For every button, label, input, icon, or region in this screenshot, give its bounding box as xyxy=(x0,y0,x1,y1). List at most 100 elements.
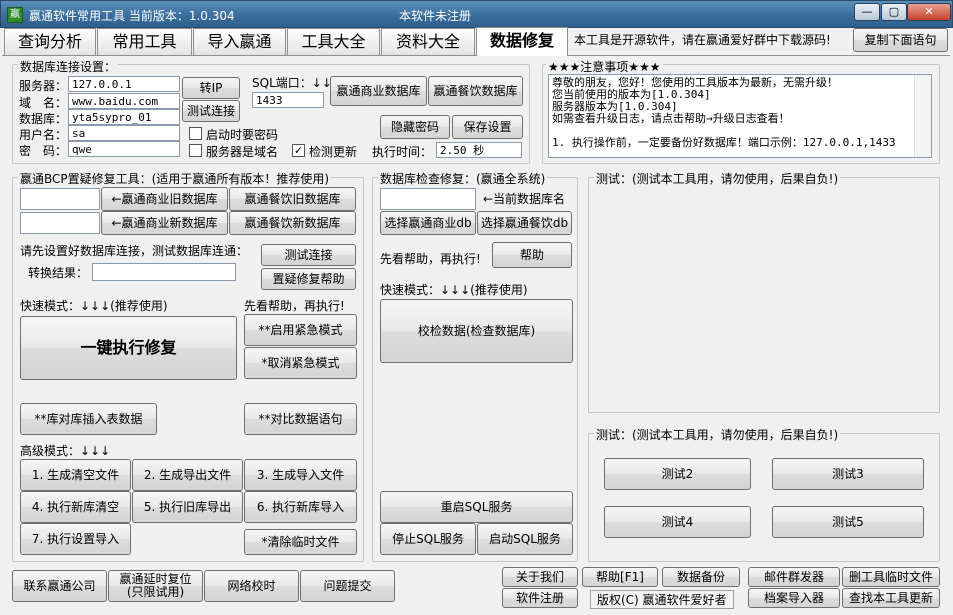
password-input[interactable]: qwe xyxy=(68,141,180,157)
password-label: 密 码： xyxy=(19,144,68,158)
software-register-button[interactable]: 软件注册 xyxy=(502,588,578,608)
compare-statements-button[interactable]: **对比数据语句 xyxy=(244,403,357,435)
step-6-button[interactable]: 6. 执行新库导入 xyxy=(244,491,357,523)
sql-port-label: SQL端口：↓↓ xyxy=(252,76,332,90)
exec-time-input: 2.50 秒 xyxy=(436,142,522,158)
step-4-button[interactable]: 4. 执行新库清空 xyxy=(20,491,131,523)
verify-data-button[interactable]: 校检数据(检查数据库) xyxy=(380,299,573,363)
submit-issue-button[interactable]: 问题提交 xyxy=(300,570,395,602)
stop-sql-button[interactable]: 停止SQL服务 xyxy=(380,523,476,555)
startup-password-checkbox[interactable] xyxy=(189,127,202,140)
bcp-quick-mode-label: 快速模式：↓↓↓(推荐使用) xyxy=(20,299,168,313)
advanced-mode-label: 高级模式：↓↓↓ xyxy=(20,444,111,458)
app-icon: 嬴 xyxy=(7,7,23,23)
commerce-old-db-button[interactable]: ←嬴通商业旧数据库 xyxy=(101,187,228,211)
notes-scrollbar[interactable] xyxy=(914,75,931,157)
bcp-test-connection-button[interactable]: 测试连接 xyxy=(261,244,356,266)
test-panel-2-title: 测试：(测试本工具用，请勿使用，后果自负!) xyxy=(594,426,841,443)
tab-documents[interactable]: 资料大全 xyxy=(381,28,475,55)
server-is-domain-label: 服务器是域名 xyxy=(206,145,279,159)
convert-result-input[interactable] xyxy=(92,263,236,281)
step-7-button[interactable]: 7. 执行设置导入 xyxy=(20,523,131,555)
maximize-button[interactable]: ▢ xyxy=(881,3,907,21)
test5-button[interactable]: 测试5 xyxy=(772,506,924,538)
to-ip-button[interactable]: 转IP xyxy=(182,77,240,99)
hide-password-button[interactable]: 隐藏密码 xyxy=(380,115,450,139)
delete-temp-files-button[interactable]: 删工具临时文件 xyxy=(842,567,940,587)
test-connection-button[interactable]: 测试连接 xyxy=(182,100,240,122)
restart-sql-button[interactable]: 重启SQL服务 xyxy=(380,491,573,523)
db-check-title: 数据库检查修复：(嬴通全系统) xyxy=(378,170,548,187)
bcp-hint: 请先设置好数据库连接，测试数据库连通： xyxy=(20,244,249,258)
tab-import[interactable]: 导入嬴通 xyxy=(193,28,286,55)
check-update-label: 检测更新 xyxy=(309,145,358,159)
mail-sender-button[interactable]: 邮件群发器 xyxy=(748,567,840,587)
close-button[interactable]: ✕ xyxy=(907,3,951,21)
test3-button[interactable]: 测试3 xyxy=(772,458,924,490)
database-input[interactable]: yta5sypro_01 xyxy=(68,109,180,125)
notes-title: ★★★注意事项★★★ xyxy=(546,58,663,75)
tab-query-analysis[interactable]: 查询分析 xyxy=(4,28,96,55)
repair-help-button[interactable]: 置疑修复帮助 xyxy=(261,268,356,290)
commerce-db-button[interactable]: 嬴通商业数据库 xyxy=(330,76,427,106)
insert-table-data-button[interactable]: **库对库插入表数据 xyxy=(20,403,157,435)
new-db-input[interactable] xyxy=(20,212,100,234)
check-update-checkbox[interactable]: ✓ xyxy=(292,144,305,157)
notes-line: 1. 执行操作前，一定要备份好数据库！端口示例：127.0.0.1,1433 xyxy=(552,136,896,149)
domain-input[interactable]: www.baidu.com xyxy=(68,93,180,109)
tab-tools-collection[interactable]: 工具大全 xyxy=(287,28,380,55)
bcp-title: 嬴通BCP置疑修复工具：(适用于嬴通所有版本！推荐使用) xyxy=(18,170,332,187)
current-db-input[interactable] xyxy=(380,188,476,210)
notes-line: 如需查看升级日志，请点击帮助→升级日志查看！ xyxy=(552,112,790,125)
find-update-button[interactable]: 查找本工具更新 xyxy=(842,588,940,608)
catering-new-db-button[interactable]: 嬴通餐饮新数据库 xyxy=(229,211,356,235)
db-check-help-button[interactable]: 帮助 xyxy=(492,242,572,268)
test-panel-1 xyxy=(588,177,940,413)
copyright-label: 版权(C) 嬴通软件爱好者 xyxy=(590,590,734,609)
one-click-repair-button[interactable]: 一键执行修复 xyxy=(20,316,237,380)
exec-time-label: 执行时间： xyxy=(372,145,433,159)
clear-temp-files-button[interactable]: *清除临时文件 xyxy=(244,529,357,555)
test2-button[interactable]: 测试2 xyxy=(604,458,751,490)
server-input[interactable]: 127.0.0.1 xyxy=(68,76,180,92)
database-label: 数据库： xyxy=(19,112,68,126)
archive-import-button[interactable]: 档案导入器 xyxy=(748,588,840,608)
test4-button[interactable]: 测试4 xyxy=(604,506,751,538)
commerce-new-db-button[interactable]: ←嬴通商业新数据库 xyxy=(101,211,228,235)
convert-result-label: 转换结果： xyxy=(28,266,89,280)
catering-db-button[interactable]: 嬴通餐饮数据库 xyxy=(428,76,523,106)
old-db-input[interactable] xyxy=(20,188,100,210)
db-check-help-first-label: 先看帮助，再执行! xyxy=(380,252,481,266)
sql-port-input[interactable]: 1433 xyxy=(252,92,324,108)
data-backup-button[interactable]: 数据备份 xyxy=(662,567,740,587)
save-settings-button[interactable]: 保存设置 xyxy=(452,115,523,139)
cancel-emergency-button[interactable]: *取消紧急模式 xyxy=(244,347,357,379)
db-connection-title: 数据库连接设置： xyxy=(18,58,119,75)
startup-password-label: 启动时要密码 xyxy=(206,128,279,142)
tab-common-tools[interactable]: 常用工具 xyxy=(97,28,192,55)
domain-label: 域 名： xyxy=(19,96,68,110)
select-catering-db-button[interactable]: 选择嬴通餐饮db xyxy=(477,211,572,235)
step-2-button[interactable]: 2. 生成导出文件 xyxy=(132,459,243,491)
step-1-button[interactable]: 1. 生成清空文件 xyxy=(20,459,131,491)
current-db-label: ←当前数据库名 xyxy=(483,192,566,206)
copy-statement-button[interactable]: 复制下面语句 xyxy=(853,28,948,52)
about-us-button[interactable]: 关于我们 xyxy=(502,567,578,587)
step-5-button[interactable]: 5. 执行旧库导出 xyxy=(132,491,243,523)
server-is-domain-checkbox[interactable] xyxy=(189,144,202,157)
catering-old-db-button[interactable]: 嬴通餐饮旧数据库 xyxy=(229,187,356,211)
notes-memo[interactable]: 尊敬的朋友，您好！您使用的工具版本为最新，无需升级！ 您当前使用的版本为[1.0… xyxy=(548,74,932,158)
tab-data-repair[interactable]: 数据修复 xyxy=(476,27,568,56)
server-label: 服务器： xyxy=(19,79,68,93)
username-input[interactable]: sa xyxy=(68,125,180,141)
select-commerce-db-button[interactable]: 选择嬴通商业db xyxy=(380,211,476,235)
delay-reset-button[interactable]: 嬴通延时复位 (只限试用) xyxy=(108,570,203,602)
minimize-button[interactable]: — xyxy=(854,3,880,21)
contact-company-button[interactable]: 联系嬴通公司 xyxy=(12,570,107,602)
network-time-button[interactable]: 网络校时 xyxy=(204,570,299,602)
window-title: 嬴通软件常用工具 当前版本：1.0.304 xyxy=(29,9,235,23)
enable-emergency-button[interactable]: **启用紧急模式 xyxy=(244,314,357,346)
start-sql-button[interactable]: 启动SQL服务 xyxy=(477,523,573,555)
step-3-button[interactable]: 3. 生成导入文件 xyxy=(244,459,357,491)
help-f1-button[interactable]: 帮助[F1] xyxy=(582,567,658,587)
